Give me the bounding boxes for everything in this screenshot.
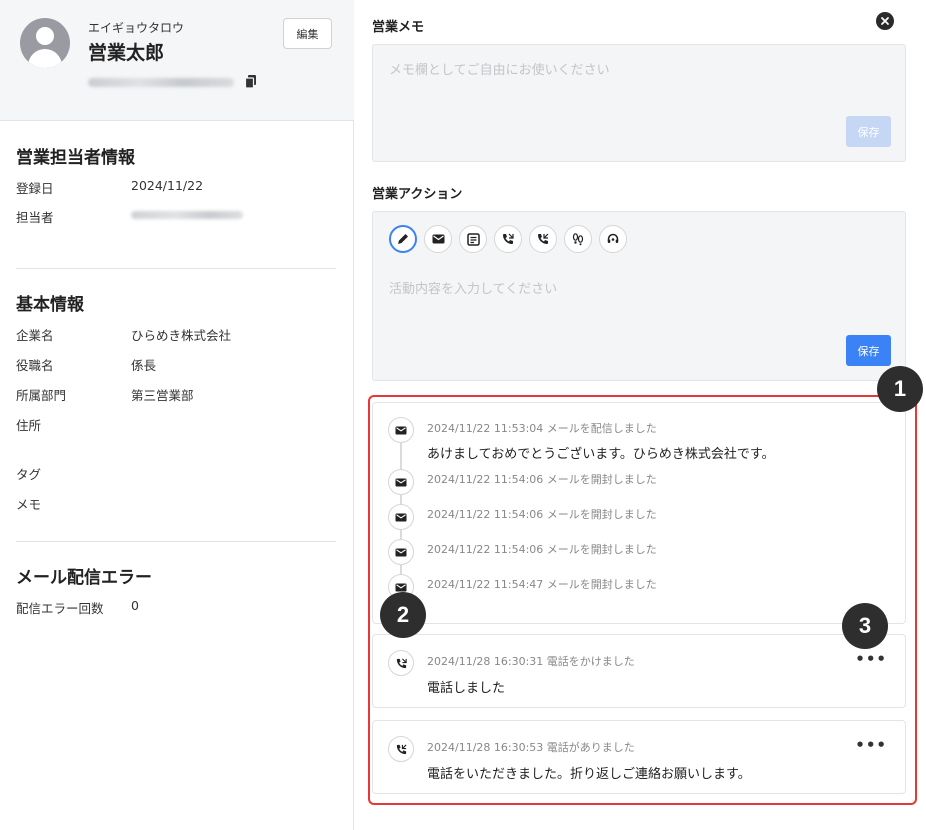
email-address-blurred bbox=[88, 78, 234, 87]
name-kana: エイギョウタロウ bbox=[88, 21, 185, 35]
avatar-icon bbox=[20, 18, 70, 68]
call-activity-card: 2024/11/28 16:30:53 電話がありました 電話をいただきました。… bbox=[372, 720, 906, 794]
owner-label: 担当者 bbox=[16, 210, 54, 225]
footprints-icon[interactable] bbox=[564, 225, 592, 253]
event-meta: 2024/11/22 11:54:06 メールを開封しました bbox=[427, 508, 657, 521]
call-activity-card: 2024/11/28 16:30:31 電話をかけました 電話しました ••• bbox=[372, 634, 906, 708]
mail-icon bbox=[388, 504, 414, 530]
event-body: 電話しました bbox=[427, 681, 506, 696]
sales-memo-input[interactable]: メモ欄としてご自由にお使いください 保存 bbox=[372, 44, 906, 162]
more-options-icon[interactable]: ••• bbox=[855, 736, 887, 754]
sales-memo-label: 営業メモ bbox=[372, 20, 425, 35]
tag-label: タグ bbox=[16, 467, 42, 482]
registered-date-label: 登録日 bbox=[16, 181, 54, 196]
callout-badge-2: 2 bbox=[380, 592, 426, 638]
memo-save-button[interactable]: 保存 bbox=[846, 116, 891, 147]
phone-outgoing-icon[interactable] bbox=[494, 225, 522, 253]
department-label: 所属部門 bbox=[16, 388, 67, 403]
mail-icon bbox=[388, 417, 414, 443]
callout-badge-3: 3 bbox=[842, 603, 888, 649]
more-options-icon[interactable]: ••• bbox=[855, 650, 887, 668]
divider bbox=[16, 541, 336, 542]
form-icon[interactable] bbox=[459, 225, 487, 253]
event-meta: 2024/11/22 11:54:47 メールを開封しました bbox=[427, 578, 657, 591]
contact-name: 営業太郎 bbox=[88, 42, 165, 64]
mail-error-title: メール配信エラー bbox=[16, 568, 152, 588]
position-value: 係長 bbox=[131, 358, 157, 373]
sales-action-editor[interactable]: 活動内容を入力してください 保存 bbox=[372, 211, 906, 381]
pencil-icon[interactable] bbox=[389, 225, 417, 253]
mail-icon[interactable] bbox=[424, 225, 452, 253]
event-meta: 2024/11/28 16:30:53 電話がありました bbox=[427, 741, 635, 754]
memo-placeholder: メモ欄としてご自由にお使いください bbox=[389, 63, 610, 78]
action-save-button[interactable]: 保存 bbox=[846, 335, 891, 366]
sales-rep-title: 営業担当者情報 bbox=[16, 148, 135, 168]
copy-icon[interactable] bbox=[244, 74, 258, 89]
basic-info-title: 基本情報 bbox=[16, 295, 84, 315]
company-label: 企業名 bbox=[16, 328, 54, 343]
mail-activity-card: 2024/11/22 11:53:04 メールを配信しました あけましておめでと… bbox=[372, 402, 906, 624]
action-placeholder: 活動内容を入力してください bbox=[389, 282, 558, 297]
sales-action-label: 営業アクション bbox=[372, 187, 463, 202]
event-meta: 2024/11/22 11:53:04 メールを配信しました bbox=[427, 422, 657, 435]
profile-header: エイギョウタロウ 営業太郎 編集 bbox=[0, 0, 354, 121]
event-meta: 2024/11/22 11:54:06 メールを開封しました bbox=[427, 473, 657, 486]
department-value: 第三営業部 bbox=[131, 388, 194, 403]
owner-value-blurred bbox=[131, 211, 243, 219]
callout-badge-1: 1 bbox=[877, 366, 923, 412]
divider bbox=[16, 268, 336, 269]
close-icon[interactable] bbox=[876, 12, 894, 30]
phone-incoming-icon[interactable] bbox=[529, 225, 557, 253]
mail-error-count-value: 0 bbox=[131, 598, 139, 613]
company-value: ひらめき株式会社 bbox=[131, 328, 232, 343]
edit-button[interactable]: 編集 bbox=[283, 18, 332, 49]
action-type-selector bbox=[389, 225, 627, 253]
mail-error-count-label: 配信エラー回数 bbox=[16, 601, 104, 616]
position-label: 役職名 bbox=[16, 358, 54, 373]
contact-detail-panel: エイギョウタロウ 営業太郎 編集 営業担当者情報 登録日 2024/11/22 … bbox=[0, 0, 354, 830]
headset-icon[interactable] bbox=[599, 225, 627, 253]
event-meta: 2024/11/28 16:30:31 電話をかけました bbox=[427, 655, 635, 668]
phone-incoming-icon bbox=[388, 736, 414, 762]
address-label: 住所 bbox=[16, 418, 42, 433]
event-body: 電話をいただきました。折り返しご連絡お願いします。 bbox=[427, 767, 751, 782]
event-body: あけましておめでとうございます。ひらめき株式会社です。 bbox=[427, 447, 775, 462]
mail-icon bbox=[388, 539, 414, 565]
mail-icon bbox=[388, 469, 414, 495]
memo-label: メモ bbox=[16, 497, 42, 512]
phone-outgoing-icon bbox=[388, 650, 414, 676]
registered-date-value: 2024/11/22 bbox=[131, 178, 204, 193]
event-meta: 2024/11/22 11:54:06 メールを開封しました bbox=[427, 543, 657, 556]
